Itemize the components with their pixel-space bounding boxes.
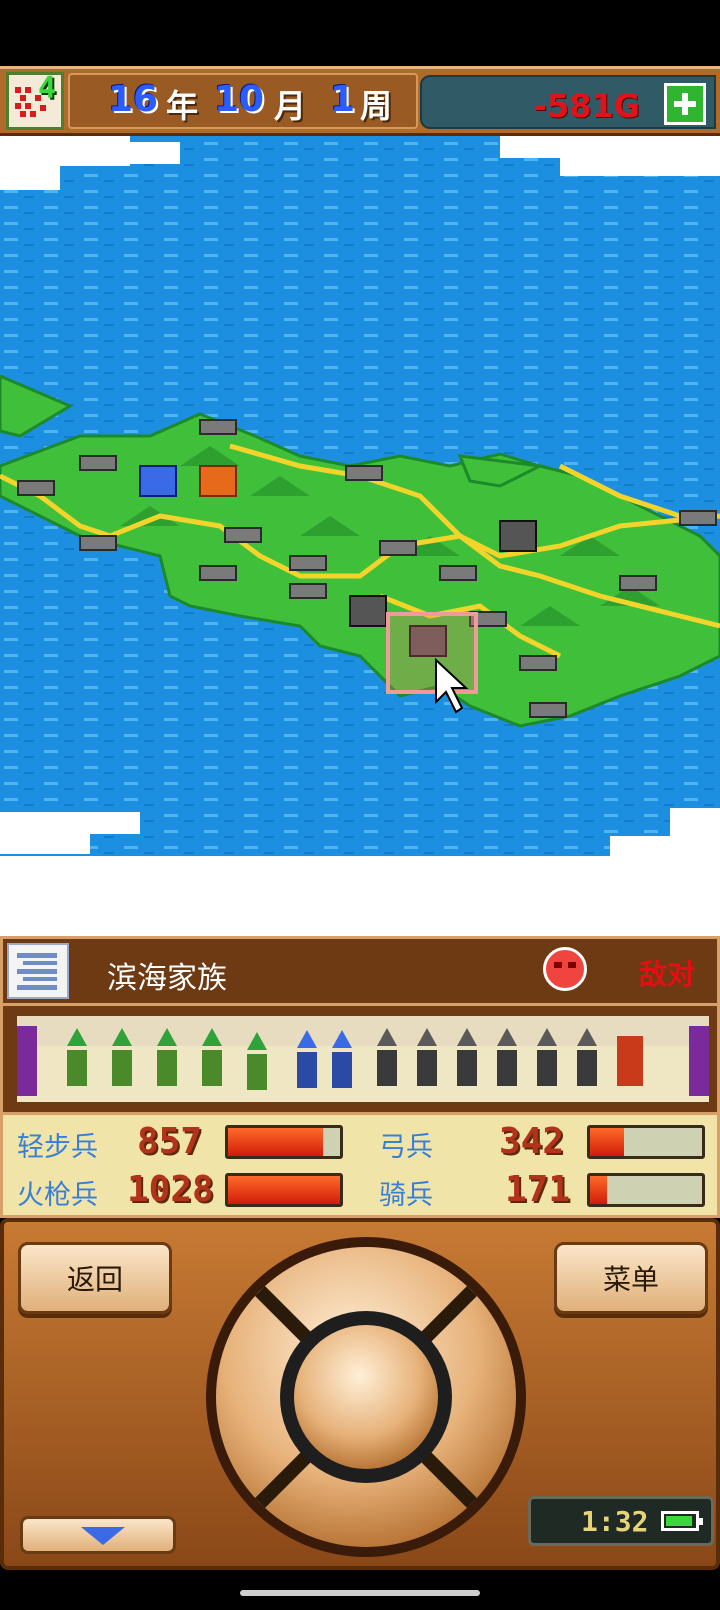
troop-value-cavalry: 171 <box>505 1169 571 1210</box>
world-map[interactable] <box>0 136 720 936</box>
year-value: 16 <box>108 79 159 120</box>
troop-bar-musketeers <box>225 1173 343 1207</box>
troop-bar-cavalry <box>587 1173 705 1207</box>
clock-panel: 1:32 <box>528 1496 714 1546</box>
troop-bar-light-infantry <box>225 1125 343 1159</box>
week-unit: 周 <box>360 87 393 125</box>
home-indicator[interactable] <box>240 1590 480 1596</box>
dpad-center-button <box>294 1325 438 1469</box>
dpad[interactable] <box>196 1232 536 1562</box>
back-button[interactable]: 返回 <box>18 1242 172 1314</box>
list-icon[interactable] <box>7 943 69 999</box>
troop-bar-archers <box>587 1125 705 1159</box>
month-value: 10 <box>214 79 265 120</box>
gold-panel: -581G <box>420 75 716 129</box>
troop-label-cavalry: 骑兵 <box>379 1180 433 1211</box>
scroll-down-button[interactable] <box>20 1516 176 1554</box>
relation-status: 敌对 <box>639 958 696 991</box>
menu-button[interactable]: 菜单 <box>554 1242 708 1314</box>
battery-icon <box>661 1511 703 1531</box>
selection-cursor <box>386 612 478 694</box>
top-status-bar: 4 16 年 10 月 1 周 -581G <box>0 66 720 136</box>
year-unit: 年 <box>166 87 199 125</box>
army-field <box>17 1016 709 1102</box>
date-panel: 16 年 10 月 1 周 <box>68 73 418 129</box>
troop-value-archers: 342 <box>499 1121 565 1162</box>
troop-value-musketeers: 1028 <box>127 1169 214 1210</box>
soldiers-graphic <box>17 1016 709 1096</box>
banner-icon <box>689 1026 709 1096</box>
clan-count: 4 <box>38 71 57 106</box>
army-display <box>0 1006 720 1112</box>
angry-face-icon <box>543 947 587 991</box>
troop-value-light-infantry: 857 <box>137 1121 203 1162</box>
clan-name: 滨海家族 <box>107 961 227 996</box>
week-value: 1 <box>330 79 356 120</box>
clan-info-bar: 滨海家族 敌对 <box>0 936 720 1006</box>
map-graphic <box>0 136 720 936</box>
clock: 1:32 <box>581 1505 649 1538</box>
troop-label-archers: 弓兵 <box>379 1132 433 1163</box>
troop-label-light-infantry: 轻步兵 <box>17 1132 98 1163</box>
troop-label-musketeers: 火枪兵 <box>17 1180 98 1211</box>
gold-value: -581G <box>533 87 640 125</box>
add-gold-button[interactable] <box>664 83 706 125</box>
troop-stats: 轻步兵 857 弓兵 342 火枪兵 1028 骑兵 171 <box>0 1112 720 1218</box>
month-unit: 月 <box>274 87 307 125</box>
banner-icon <box>17 1026 37 1096</box>
